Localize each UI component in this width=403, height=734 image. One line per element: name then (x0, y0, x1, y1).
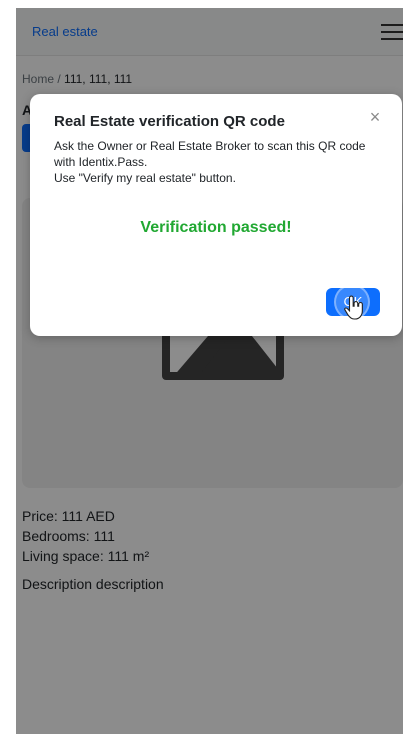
left-margin (0, 0, 16, 734)
verification-status: Verification passed! (140, 219, 292, 236)
hand-pointer-icon (344, 295, 363, 320)
ok-button[interactable]: OK (326, 284, 380, 320)
modal-instruction-1: Ask the Owner or Real Estate Broker to s… (54, 139, 366, 169)
modal-body: Ask the Owner or Real Estate Broker to s… (30, 134, 402, 236)
modal-instruction-2: Use "Verify my real estate" button. (54, 171, 236, 185)
modal-title: Real Estate verification QR code (54, 113, 285, 130)
close-icon[interactable]: × (366, 108, 384, 126)
page: Real estate Home / 111, 111, 111 A Price… (0, 0, 403, 734)
modal-footer: OK (326, 284, 380, 320)
modal-header: Real Estate verification QR code × (30, 94, 402, 134)
verification-modal: Real Estate verification QR code × Ask t… (30, 94, 402, 336)
